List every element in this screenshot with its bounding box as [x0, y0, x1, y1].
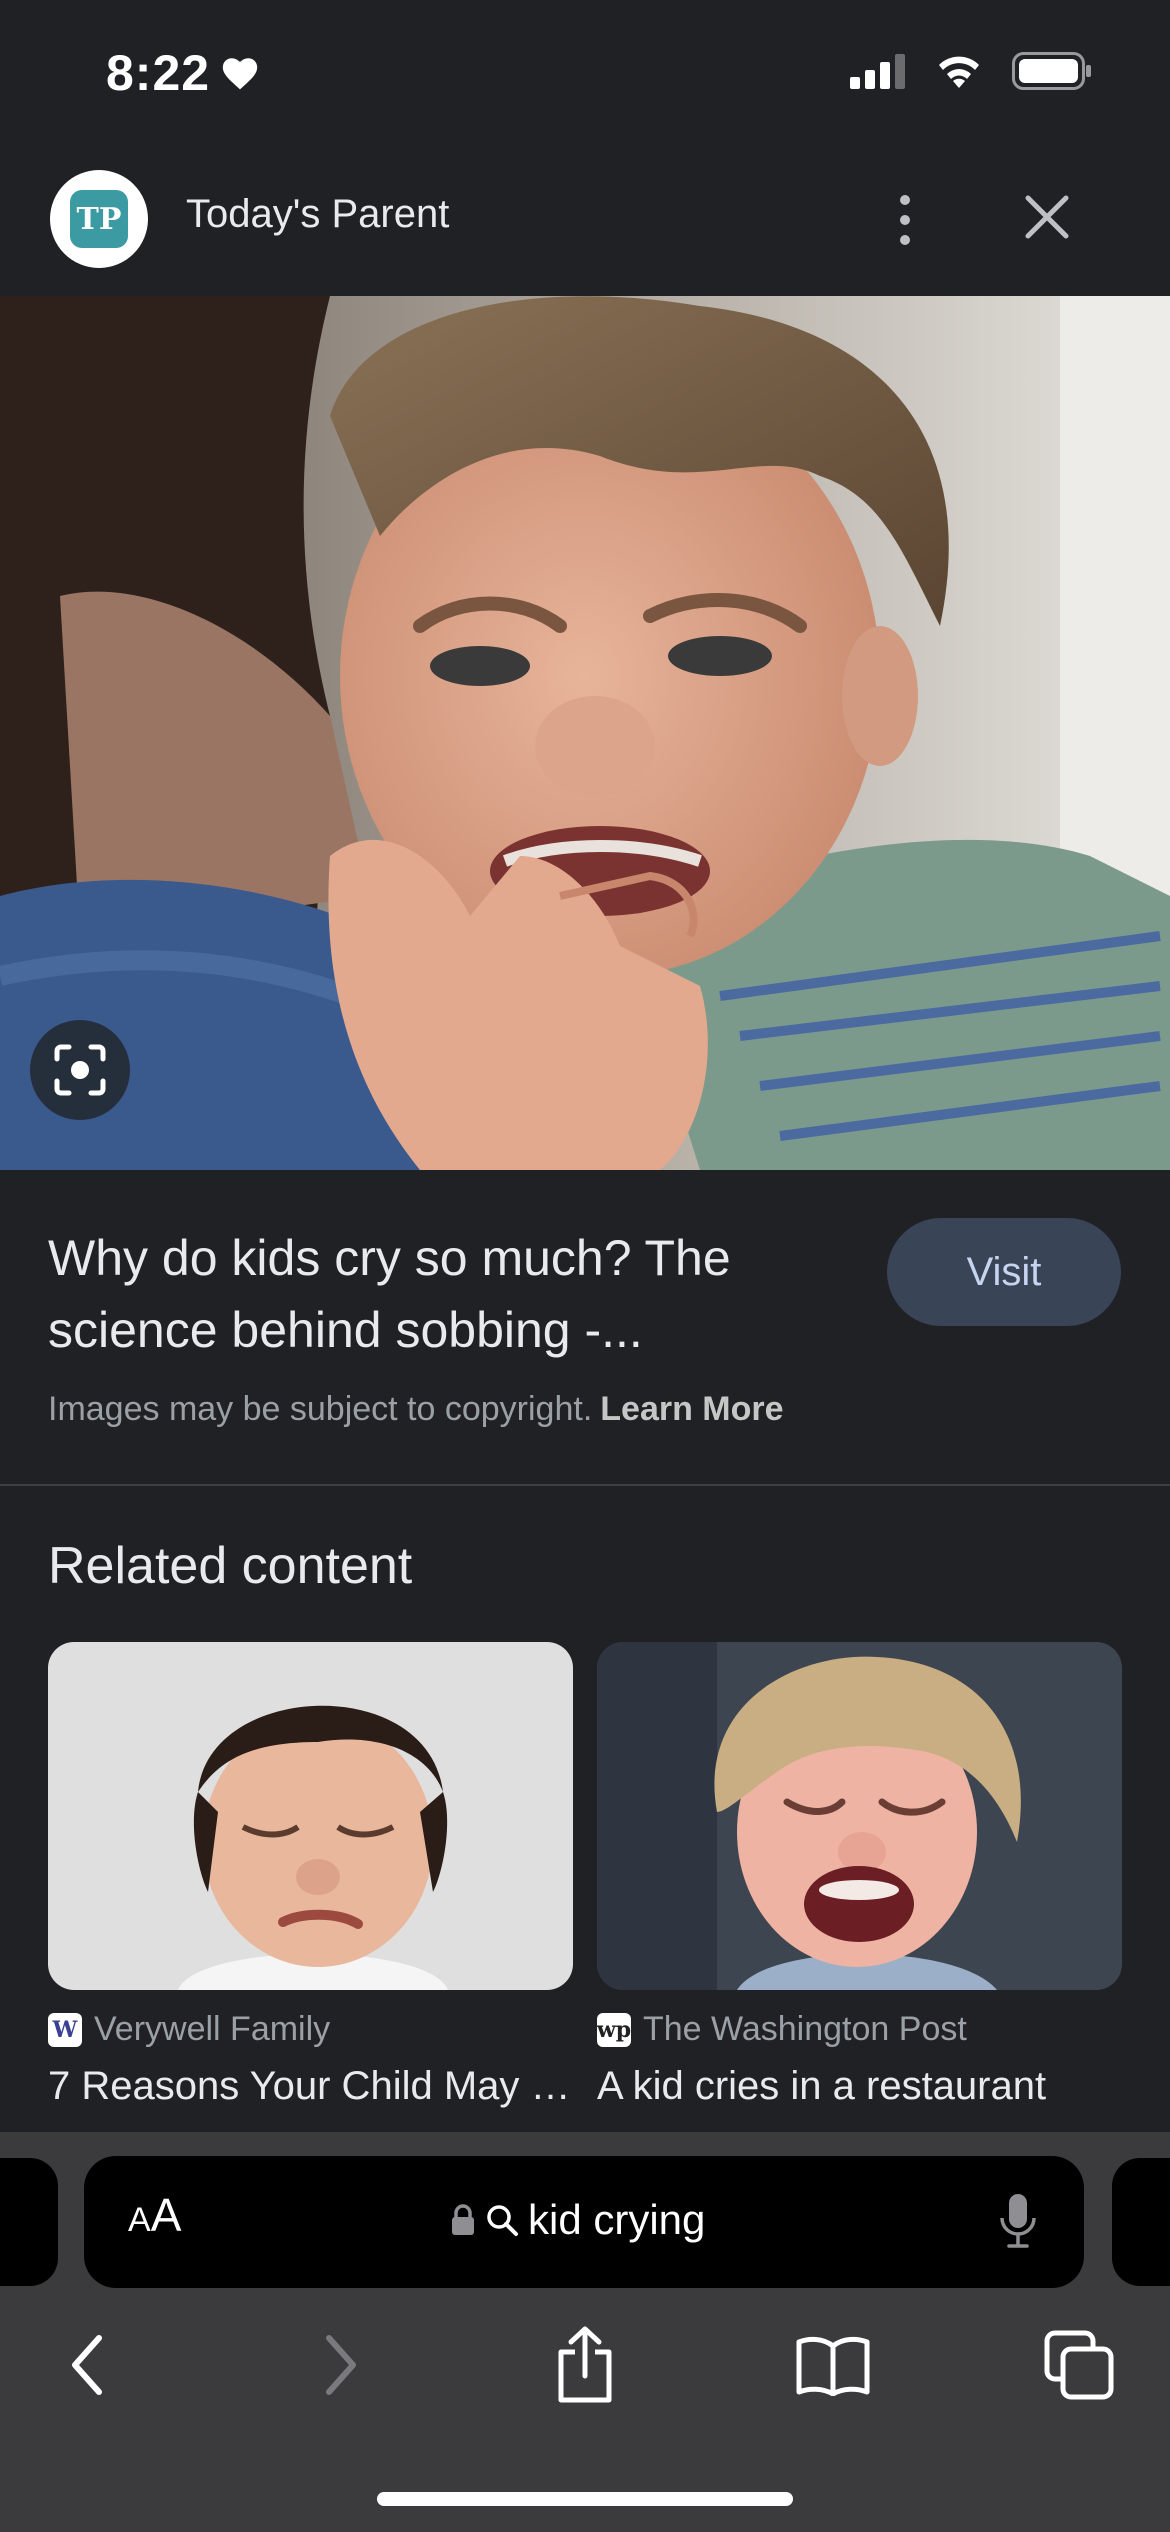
hero-image[interactable] — [0, 296, 1170, 1170]
heart-icon — [222, 58, 258, 90]
next-tab-preview[interactable] — [1112, 2158, 1170, 2286]
status-time: 8:22 — [106, 44, 260, 102]
forward-icon — [326, 2335, 356, 2395]
status-icons — [850, 52, 1092, 90]
more-vert-icon[interactable] — [880, 180, 930, 260]
related-card-image-2[interactable] — [597, 1642, 1122, 1990]
close-icon[interactable] — [1016, 186, 1078, 248]
search-icon — [487, 2205, 518, 2236]
result-title[interactable]: Why do kids cry so much? The science beh… — [48, 1222, 828, 1366]
related-card-source-2: wp The Washington Post — [597, 2010, 967, 2049]
wifi-icon — [939, 56, 979, 88]
lock-icon — [452, 2204, 474, 2235]
source-name: Verywell Family — [94, 2010, 331, 2048]
site-name[interactable]: Today's Parent — [186, 192, 449, 237]
verywell-logo-icon: W — [48, 2012, 82, 2047]
cellular-signal-icon — [850, 54, 905, 89]
copyright-notice: Images may be subject to copyright. Learn… — [48, 1390, 784, 1429]
microphone-icon[interactable] — [998, 2192, 1038, 2250]
hero-photo — [0, 296, 1170, 1170]
visit-button[interactable]: Visit — [887, 1218, 1121, 1326]
address-query[interactable]: kid crying — [450, 2196, 705, 2244]
battery-icon — [1012, 52, 1091, 90]
divider — [0, 1484, 1170, 1486]
tabs-icon — [1044, 2330, 1114, 2400]
related-heading: Related content — [48, 1537, 413, 1595]
site-logo-mark: TP — [70, 190, 128, 248]
related-card-title-1[interactable]: 7 Reasons Your Child May Be Crying — [48, 2064, 573, 2109]
share-button[interactable] — [540, 2320, 630, 2410]
site-logo[interactable]: TP — [50, 170, 148, 268]
google-lens-button[interactable] — [30, 1020, 130, 1120]
google-lens-icon — [54, 1044, 106, 1096]
text-size-small: A — [128, 2201, 151, 2239]
share-icon — [558, 2326, 612, 2403]
related-card-title-2[interactable]: A kid cries in a restaurant — [597, 2064, 1122, 2109]
tabs-button[interactable] — [1034, 2320, 1124, 2410]
forward-button[interactable] — [296, 2320, 386, 2410]
related-photo-2 — [597, 1642, 1122, 1990]
related-photo-1 — [48, 1642, 573, 1990]
related-card-source-1: W Verywell Family — [48, 2010, 330, 2049]
copyright-text: Images may be subject to copyright. — [48, 1390, 593, 1428]
previous-tab-preview[interactable] — [0, 2158, 58, 2286]
bookmarks-icon — [796, 2336, 870, 2396]
washington-post-logo-icon: wp — [597, 2012, 631, 2047]
learn-more-link[interactable]: Learn More — [600, 1390, 783, 1428]
source-name: The Washington Post — [643, 2010, 967, 2048]
back-button[interactable] — [42, 2320, 132, 2410]
back-icon — [72, 2335, 102, 2395]
text-size-button[interactable]: AA — [128, 2188, 181, 2242]
search-query: kid crying — [528, 2196, 706, 2243]
time-text: 8:22 — [106, 45, 211, 101]
home-indicator[interactable] — [377, 2492, 793, 2506]
related-card-image-1[interactable] — [48, 1642, 573, 1990]
bookmarks-button[interactable] — [788, 2320, 878, 2410]
text-size-large: A — [150, 2189, 182, 2241]
